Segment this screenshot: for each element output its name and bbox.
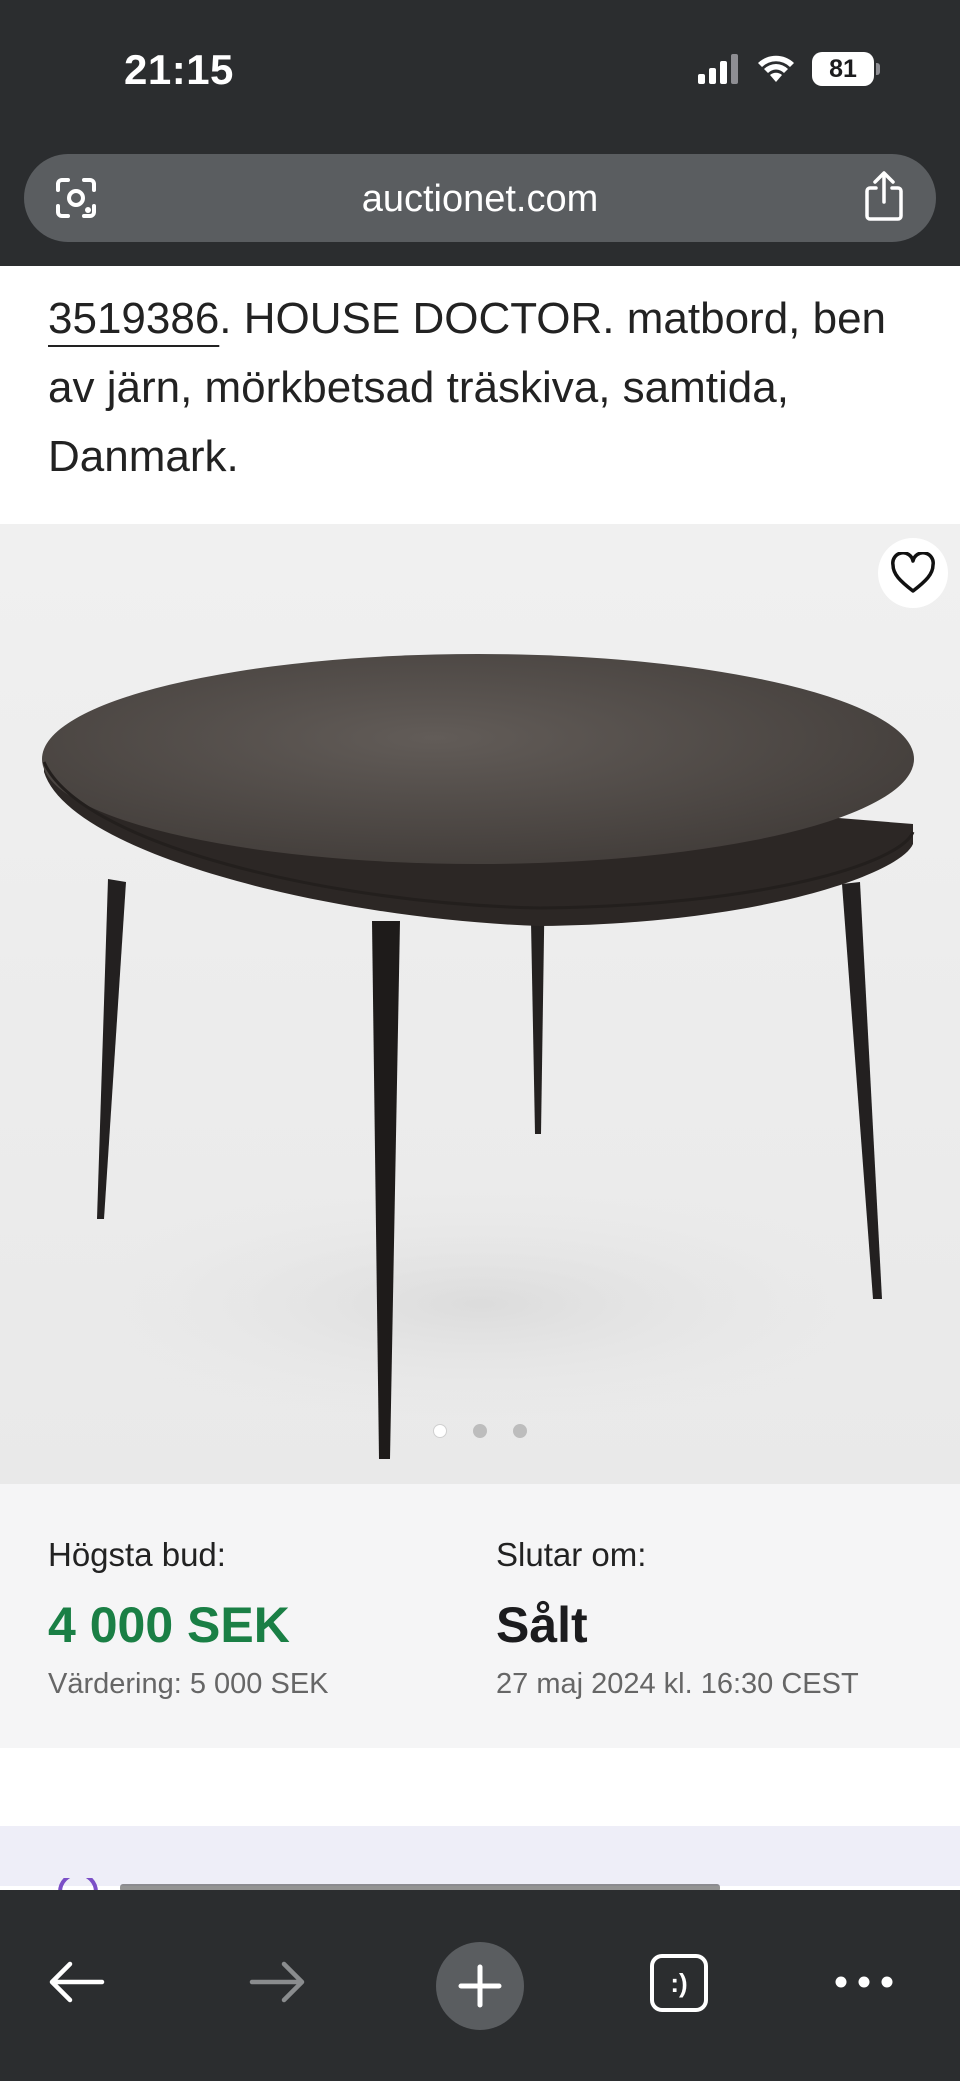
address-bar[interactable]: auctionet.com [24,154,936,242]
arrow-left-icon [49,1961,105,2003]
highest-bid-block: Högsta bud: 4 000 SEK Värdering: 5 000 S… [48,1536,329,1701]
bid-panel: Högsta bud: 4 000 SEK Värdering: 5 000 S… [0,1484,960,1748]
ends-block: Slutar om: Sålt 27 maj 2024 kl. 16:30 CE… [496,1536,859,1701]
gallery-dot-2[interactable] [473,1424,487,1438]
battery-level: 81 [812,52,874,86]
browser-bottom-toolbar: :) [0,1890,960,2081]
table-photo [42,654,915,1459]
lot-title: 3519386. HOUSE DOCTOR. matbord, ben av j… [48,284,928,491]
tabs-button[interactable]: :) [650,1954,708,2012]
status-time: 21:15 [124,46,234,93]
highest-bid-value: 4 000 SEK [48,1597,290,1653]
arrow-right-icon [249,1961,305,2003]
gallery-dot-3[interactable] [513,1424,527,1438]
end-date-text: 27 maj 2024 kl. 16:30 CEST [496,1668,859,1700]
status-icons: 81 [698,52,880,86]
more-dots-icon [835,1976,893,1988]
ends-label: Slutar om: [496,1536,647,1573]
cellular-signal-icon [698,54,738,84]
share-icon[interactable] [860,170,908,222]
plus-icon [458,1964,502,2008]
browser-top-chrome: 21:15 81 auctionet.com [0,0,960,266]
heart-icon [891,552,935,593]
gallery-pagination [0,1424,960,1438]
wifi-icon [758,55,794,82]
lot-image-gallery[interactable] [0,524,960,1484]
back-button[interactable] [36,1942,116,2022]
favorite-button[interactable] [878,538,948,608]
estimate-text: Värdering: 5 000 SEK [48,1668,329,1700]
tabs-icon: :) [670,1967,688,1998]
info-banner[interactable] [0,1826,960,1892]
url-text[interactable]: auctionet.com [24,178,936,221]
highest-bid-label: Högsta bud: [48,1536,226,1573]
new-tab-button[interactable] [436,1942,524,2030]
more-menu-button[interactable] [824,1942,904,2022]
battery-icon: 81 [812,52,880,86]
gallery-dot-1[interactable] [433,1424,447,1438]
sold-status: Sålt [496,1597,588,1653]
lot-number-link[interactable]: 3519386 [48,294,219,343]
forward-button[interactable] [238,1942,318,2022]
